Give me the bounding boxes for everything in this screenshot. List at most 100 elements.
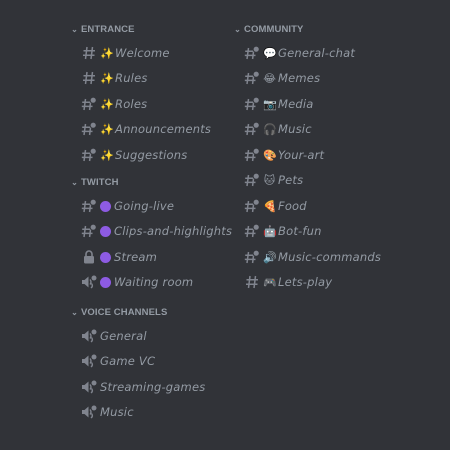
channel-label: Media	[278, 97, 314, 111]
chevron-down-icon: ⌄	[234, 25, 241, 34]
channel-music[interactable]: 🎧 Music	[243, 119, 312, 139]
purple-circle-icon	[100, 251, 111, 263]
category-community[interactable]: ⌄ COMMUNITY	[233, 24, 303, 35]
channel-label: Waiting room	[114, 275, 194, 289]
voice-channel-music[interactable]: Music	[80, 402, 134, 422]
channel-emoji: ✨	[100, 97, 114, 111]
voice-channel-game-vc[interactable]: Game VC	[80, 351, 155, 371]
locked-text-channel-icon	[243, 44, 261, 62]
channel-emoji: 🍕	[263, 199, 277, 213]
channel-label: Game VC	[100, 354, 156, 368]
category-voice-channels[interactable]: ⌄ VOICE CHANNELS	[70, 307, 167, 318]
chevron-down-icon: ⌄	[71, 178, 78, 187]
locked-text-channel-icon	[243, 120, 261, 138]
channel-emoji: ✨	[100, 148, 114, 162]
category-entrance[interactable]: ⌄ ENTRANCE	[70, 24, 135, 35]
lock-icon	[80, 248, 98, 266]
purple-circle-icon	[100, 200, 111, 212]
channel-music-commands[interactable]: 🔊 Music-commands	[243, 247, 381, 267]
channel-label: Bot-fun	[278, 224, 322, 238]
channel-emoji: 🎨	[263, 148, 277, 162]
locked-voice-channel-icon	[80, 352, 98, 370]
category-title: TWITCH	[81, 177, 119, 188]
locked-text-channel-icon	[80, 146, 98, 164]
channel-label: Roles	[115, 97, 148, 111]
channel-clips-and-highlights[interactable]: Clips-and-highlights	[80, 221, 232, 241]
channel-label: Welcome	[115, 46, 170, 60]
channel-emoji: ✨	[100, 46, 114, 60]
channel-general-chat[interactable]: 💬 General-chat	[243, 43, 355, 63]
locked-text-channel-icon	[243, 171, 261, 189]
text-channel-icon	[243, 273, 261, 291]
channel-emoji: 🎮	[263, 275, 277, 289]
channel-lets-play[interactable]: 🎮 Lets-play	[243, 272, 332, 292]
channel-stream[interactable]: Stream	[80, 247, 157, 267]
channel-label: Clips-and-highlights	[114, 224, 233, 238]
channel-label: Your-art	[278, 148, 325, 162]
locked-text-channel-icon	[80, 95, 98, 113]
channel-label: Food	[278, 199, 307, 213]
channel-label: Streaming-games	[100, 380, 206, 394]
channel-pets[interactable]: 🐱 Pets	[243, 170, 303, 190]
locked-voice-channel-icon	[80, 403, 98, 421]
text-channel-icon	[80, 69, 98, 87]
locked-text-channel-icon	[80, 197, 98, 215]
category-title: VOICE CHANNELS	[81, 307, 168, 318]
category-twitch[interactable]: ⌄ TWITCH	[70, 177, 119, 188]
channel-food[interactable]: 🍕 Food	[243, 196, 307, 216]
channel-waiting-room[interactable]: Waiting room	[80, 272, 193, 292]
locked-text-channel-icon	[243, 248, 261, 266]
chevron-down-icon: ⌄	[71, 308, 78, 317]
channel-emoji: 🐱	[263, 173, 276, 187]
channel-bot-fun[interactable]: 🤖 Bot-fun	[243, 221, 322, 241]
locked-text-channel-icon	[243, 146, 261, 164]
voice-channel-general[interactable]: General	[80, 326, 147, 346]
locked-text-channel-icon	[243, 222, 261, 240]
channel-emoji: ✨	[100, 122, 114, 136]
chevron-down-icon: ⌄	[71, 25, 78, 34]
channel-announcements[interactable]: ✨ Announcements	[80, 119, 211, 139]
text-channel-icon	[80, 44, 98, 62]
channel-going-live[interactable]: Going-live	[80, 196, 174, 216]
channel-label: Going-live	[114, 199, 175, 213]
channel-label: Pets	[278, 173, 304, 187]
channel-your-art[interactable]: 🎨 Your-art	[243, 145, 324, 165]
channel-emoji: 🤖	[263, 224, 277, 238]
channel-emoji: 💬	[263, 46, 277, 60]
channel-label: Memes	[278, 71, 321, 85]
channel-emoji: 😂	[263, 71, 276, 85]
locked-voice-channel-icon	[80, 273, 98, 291]
channel-label: Stream	[114, 250, 158, 264]
voice-channel-streaming-games[interactable]: Streaming-games	[80, 377, 205, 397]
channel-label: Music-commands	[278, 250, 382, 264]
channel-emoji: 🎧	[263, 122, 277, 136]
channel-label: Music	[100, 405, 134, 419]
channel-welcome[interactable]: ✨ Welcome	[80, 43, 170, 63]
channel-label: General-chat	[278, 46, 356, 60]
channel-emoji: 🔊	[263, 250, 277, 264]
category-title: COMMUNITY	[244, 24, 304, 35]
locked-text-channel-icon	[243, 95, 261, 113]
channel-rules[interactable]: ✨ Rules	[80, 68, 148, 88]
channel-suggestions[interactable]: ✨ Suggestions	[80, 145, 187, 165]
channel-roles[interactable]: ✨ Roles	[80, 94, 147, 114]
channel-emoji: 📷	[263, 97, 277, 111]
locked-voice-channel-icon	[80, 378, 98, 396]
locked-text-channel-icon	[243, 197, 261, 215]
locked-text-channel-icon	[80, 222, 98, 240]
channel-memes[interactable]: 😂 Memes	[243, 68, 320, 88]
channel-label: Rules	[115, 71, 148, 85]
channel-label: Announcements	[115, 122, 212, 136]
channel-label: General	[100, 329, 147, 343]
purple-circle-icon	[100, 225, 111, 237]
category-title: ENTRANCE	[81, 24, 135, 35]
channel-label: Suggestions	[115, 148, 188, 162]
locked-text-channel-icon	[80, 120, 98, 138]
purple-circle-icon	[100, 276, 111, 288]
locked-text-channel-icon	[243, 69, 261, 87]
locked-voice-channel-icon	[80, 327, 98, 345]
channel-label: Lets-play	[278, 275, 333, 289]
channel-emoji: ✨	[100, 71, 114, 85]
channel-media[interactable]: 📷 Media	[243, 94, 314, 114]
channel-label: Music	[278, 122, 312, 136]
